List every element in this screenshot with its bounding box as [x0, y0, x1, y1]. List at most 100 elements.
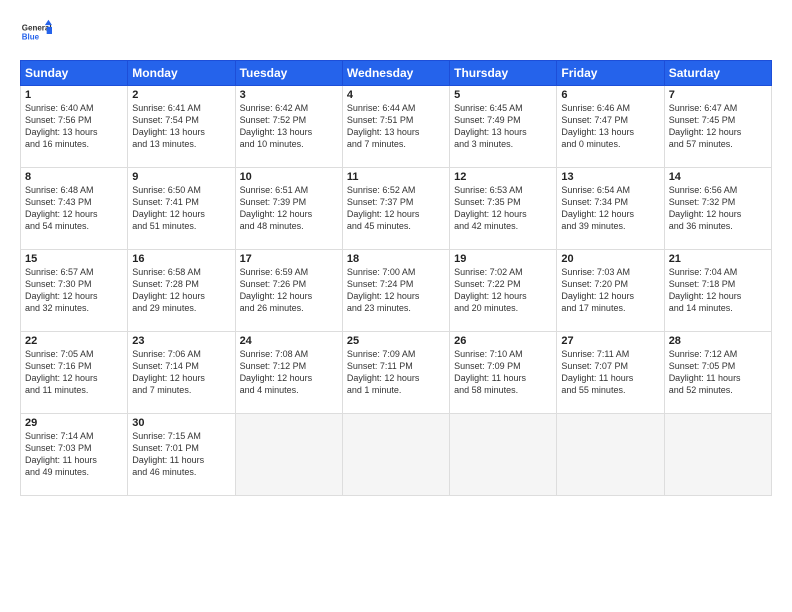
svg-text:Blue: Blue [22, 32, 40, 41]
day-detail: Sunrise: 7:08 AM Sunset: 7:12 PM Dayligh… [240, 348, 338, 397]
calendar-day-cell: 8Sunrise: 6:48 AM Sunset: 7:43 PM Daylig… [21, 168, 128, 250]
calendar-header-tuesday: Tuesday [235, 61, 342, 86]
day-detail: Sunrise: 6:53 AM Sunset: 7:35 PM Dayligh… [454, 184, 552, 233]
calendar-day-cell: 20Sunrise: 7:03 AM Sunset: 7:20 PM Dayli… [557, 250, 664, 332]
calendar-header-friday: Friday [557, 61, 664, 86]
day-number: 14 [669, 171, 767, 183]
day-number: 24 [240, 335, 338, 347]
calendar-week-row: 8Sunrise: 6:48 AM Sunset: 7:43 PM Daylig… [21, 168, 772, 250]
calendar-header-wednesday: Wednesday [342, 61, 449, 86]
day-number: 21 [669, 253, 767, 265]
day-detail: Sunrise: 7:14 AM Sunset: 7:03 PM Dayligh… [25, 430, 123, 479]
day-number: 25 [347, 335, 445, 347]
day-detail: Sunrise: 6:40 AM Sunset: 7:56 PM Dayligh… [25, 102, 123, 151]
day-detail: Sunrise: 6:57 AM Sunset: 7:30 PM Dayligh… [25, 266, 123, 315]
calendar-day-cell: 14Sunrise: 6:56 AM Sunset: 7:32 PM Dayli… [664, 168, 771, 250]
day-detail: Sunrise: 6:48 AM Sunset: 7:43 PM Dayligh… [25, 184, 123, 233]
calendar-week-row: 1Sunrise: 6:40 AM Sunset: 7:56 PM Daylig… [21, 86, 772, 168]
day-number: 18 [347, 253, 445, 265]
day-detail: Sunrise: 6:58 AM Sunset: 7:28 PM Dayligh… [132, 266, 230, 315]
day-number: 29 [25, 417, 123, 429]
calendar-day-cell: 4Sunrise: 6:44 AM Sunset: 7:51 PM Daylig… [342, 86, 449, 168]
calendar-day-cell: 27Sunrise: 7:11 AM Sunset: 7:07 PM Dayli… [557, 332, 664, 414]
day-number: 27 [561, 335, 659, 347]
day-detail: Sunrise: 7:03 AM Sunset: 7:20 PM Dayligh… [561, 266, 659, 315]
day-detail: Sunrise: 6:59 AM Sunset: 7:26 PM Dayligh… [240, 266, 338, 315]
calendar-day-cell [342, 414, 449, 496]
day-number: 11 [347, 171, 445, 183]
day-number: 4 [347, 89, 445, 101]
calendar-day-cell: 2Sunrise: 6:41 AM Sunset: 7:54 PM Daylig… [128, 86, 235, 168]
day-number: 22 [25, 335, 123, 347]
day-detail: Sunrise: 7:15 AM Sunset: 7:01 PM Dayligh… [132, 430, 230, 479]
day-detail: Sunrise: 6:45 AM Sunset: 7:49 PM Dayligh… [454, 102, 552, 151]
day-detail: Sunrise: 7:11 AM Sunset: 7:07 PM Dayligh… [561, 348, 659, 397]
calendar-header-thursday: Thursday [450, 61, 557, 86]
day-detail: Sunrise: 7:06 AM Sunset: 7:14 PM Dayligh… [132, 348, 230, 397]
calendar-week-row: 22Sunrise: 7:05 AM Sunset: 7:16 PM Dayli… [21, 332, 772, 414]
day-number: 23 [132, 335, 230, 347]
day-number: 2 [132, 89, 230, 101]
calendar-day-cell: 1Sunrise: 6:40 AM Sunset: 7:56 PM Daylig… [21, 86, 128, 168]
calendar-header-monday: Monday [128, 61, 235, 86]
day-number: 5 [454, 89, 552, 101]
calendar-day-cell: 6Sunrise: 6:46 AM Sunset: 7:47 PM Daylig… [557, 86, 664, 168]
calendar-day-cell: 7Sunrise: 6:47 AM Sunset: 7:45 PM Daylig… [664, 86, 771, 168]
calendar-day-cell: 29Sunrise: 7:14 AM Sunset: 7:03 PM Dayli… [21, 414, 128, 496]
calendar-header-row: SundayMondayTuesdayWednesdayThursdayFrid… [21, 61, 772, 86]
calendar-day-cell: 18Sunrise: 7:00 AM Sunset: 7:24 PM Dayli… [342, 250, 449, 332]
day-detail: Sunrise: 6:42 AM Sunset: 7:52 PM Dayligh… [240, 102, 338, 151]
day-number: 1 [25, 89, 123, 101]
calendar-week-row: 29Sunrise: 7:14 AM Sunset: 7:03 PM Dayli… [21, 414, 772, 496]
logo: General Blue [20, 18, 52, 50]
day-number: 7 [669, 89, 767, 101]
calendar-day-cell [557, 414, 664, 496]
calendar-day-cell: 23Sunrise: 7:06 AM Sunset: 7:14 PM Dayli… [128, 332, 235, 414]
calendar-day-cell: 12Sunrise: 6:53 AM Sunset: 7:35 PM Dayli… [450, 168, 557, 250]
day-detail: Sunrise: 6:52 AM Sunset: 7:37 PM Dayligh… [347, 184, 445, 233]
calendar-day-cell: 30Sunrise: 7:15 AM Sunset: 7:01 PM Dayli… [128, 414, 235, 496]
calendar-day-cell: 28Sunrise: 7:12 AM Sunset: 7:05 PM Dayli… [664, 332, 771, 414]
calendar-day-cell: 17Sunrise: 6:59 AM Sunset: 7:26 PM Dayli… [235, 250, 342, 332]
day-number: 8 [25, 171, 123, 183]
calendar-header-saturday: Saturday [664, 61, 771, 86]
calendar-header-sunday: Sunday [21, 61, 128, 86]
calendar-day-cell: 10Sunrise: 6:51 AM Sunset: 7:39 PM Dayli… [235, 168, 342, 250]
day-detail: Sunrise: 7:02 AM Sunset: 7:22 PM Dayligh… [454, 266, 552, 315]
calendar-day-cell: 3Sunrise: 6:42 AM Sunset: 7:52 PM Daylig… [235, 86, 342, 168]
day-number: 30 [132, 417, 230, 429]
logo-icon: General Blue [20, 18, 52, 50]
day-detail: Sunrise: 7:09 AM Sunset: 7:11 PM Dayligh… [347, 348, 445, 397]
day-detail: Sunrise: 7:04 AM Sunset: 7:18 PM Dayligh… [669, 266, 767, 315]
calendar-day-cell: 22Sunrise: 7:05 AM Sunset: 7:16 PM Dayli… [21, 332, 128, 414]
calendar-day-cell: 19Sunrise: 7:02 AM Sunset: 7:22 PM Dayli… [450, 250, 557, 332]
day-number: 26 [454, 335, 552, 347]
day-detail: Sunrise: 7:12 AM Sunset: 7:05 PM Dayligh… [669, 348, 767, 397]
day-detail: Sunrise: 6:47 AM Sunset: 7:45 PM Dayligh… [669, 102, 767, 151]
calendar-day-cell: 13Sunrise: 6:54 AM Sunset: 7:34 PM Dayli… [557, 168, 664, 250]
day-detail: Sunrise: 6:51 AM Sunset: 7:39 PM Dayligh… [240, 184, 338, 233]
day-number: 17 [240, 253, 338, 265]
calendar-week-row: 15Sunrise: 6:57 AM Sunset: 7:30 PM Dayli… [21, 250, 772, 332]
calendar-table: SundayMondayTuesdayWednesdayThursdayFrid… [20, 60, 772, 496]
calendar-day-cell: 15Sunrise: 6:57 AM Sunset: 7:30 PM Dayli… [21, 250, 128, 332]
day-number: 15 [25, 253, 123, 265]
day-detail: Sunrise: 6:54 AM Sunset: 7:34 PM Dayligh… [561, 184, 659, 233]
day-number: 16 [132, 253, 230, 265]
day-detail: Sunrise: 6:50 AM Sunset: 7:41 PM Dayligh… [132, 184, 230, 233]
calendar-day-cell: 26Sunrise: 7:10 AM Sunset: 7:09 PM Dayli… [450, 332, 557, 414]
day-number: 3 [240, 89, 338, 101]
day-number: 19 [454, 253, 552, 265]
calendar-day-cell [664, 414, 771, 496]
day-number: 20 [561, 253, 659, 265]
day-detail: Sunrise: 6:41 AM Sunset: 7:54 PM Dayligh… [132, 102, 230, 151]
day-number: 28 [669, 335, 767, 347]
day-number: 9 [132, 171, 230, 183]
calendar-day-cell [235, 414, 342, 496]
calendar-day-cell: 11Sunrise: 6:52 AM Sunset: 7:37 PM Dayli… [342, 168, 449, 250]
day-detail: Sunrise: 6:46 AM Sunset: 7:47 PM Dayligh… [561, 102, 659, 151]
day-number: 13 [561, 171, 659, 183]
calendar-day-cell: 24Sunrise: 7:08 AM Sunset: 7:12 PM Dayli… [235, 332, 342, 414]
calendar-day-cell: 5Sunrise: 6:45 AM Sunset: 7:49 PM Daylig… [450, 86, 557, 168]
day-number: 6 [561, 89, 659, 101]
